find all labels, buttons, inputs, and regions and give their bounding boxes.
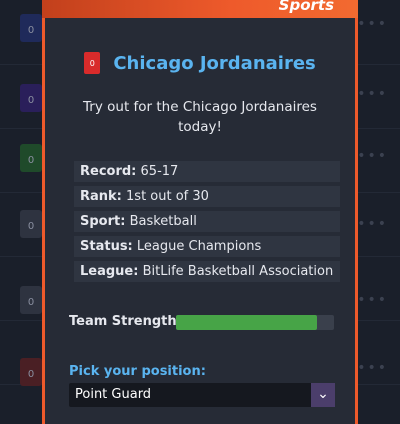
jersey-icon: 0 bbox=[20, 14, 42, 42]
info-value: Basketball bbox=[129, 214, 197, 229]
jersey-icon: 0 bbox=[20, 358, 42, 386]
chevron-down-icon[interactable]: ⌄ bbox=[311, 383, 335, 407]
ellipsis-icon: ••• bbox=[357, 216, 388, 232]
info-row-league: League: BitLife Basketball Association bbox=[74, 261, 340, 282]
info-key: Record: bbox=[80, 164, 137, 179]
info-row-status: Status: League Champions bbox=[74, 236, 340, 257]
team-tryout-modal: Sports 0 Chicago Jordanaires Try out for… bbox=[42, 0, 358, 424]
team-strength-bar bbox=[176, 315, 334, 330]
team-name: Chicago Jordanaires bbox=[113, 52, 316, 74]
ellipsis-icon: ••• bbox=[357, 360, 388, 376]
info-row-sport: Sport: Basketball bbox=[74, 211, 340, 232]
info-value: 65-17 bbox=[140, 164, 179, 179]
position-select-value: Point Guard bbox=[75, 387, 152, 402]
modal-header-title: Sports bbox=[278, 0, 334, 14]
team-title-row: 0 Chicago Jordanaires bbox=[45, 52, 355, 74]
info-value: BitLife Basketball Association bbox=[142, 264, 334, 279]
jersey-icon: 0 bbox=[20, 84, 42, 112]
info-row-record: Record: 65-17 bbox=[74, 161, 340, 182]
info-value: 1st out of 30 bbox=[126, 189, 209, 204]
modal-header: Sports bbox=[42, 0, 358, 18]
info-value: League Champions bbox=[136, 239, 262, 254]
team-strength-fill bbox=[176, 315, 317, 330]
info-row-rank: Rank: 1st out of 30 bbox=[74, 186, 340, 207]
team-strength-label: Team Strength bbox=[69, 314, 177, 329]
info-key: League: bbox=[80, 264, 139, 279]
jersey-icon: 0 bbox=[84, 52, 101, 74]
jersey-icon: 0 bbox=[20, 144, 42, 172]
tryout-description: Try out for the Chicago Jordanaires toda… bbox=[83, 99, 317, 135]
ellipsis-icon: ••• bbox=[357, 148, 388, 164]
info-key: Status: bbox=[80, 239, 133, 254]
position-select[interactable]: Point Guard ⌄ bbox=[69, 383, 335, 407]
ellipsis-icon: ••• bbox=[357, 292, 388, 308]
info-key: Sport: bbox=[80, 214, 126, 229]
jersey-icon: 0 bbox=[20, 210, 42, 238]
pick-position-label: Pick your position: bbox=[69, 364, 206, 379]
ellipsis-icon: ••• bbox=[357, 86, 388, 102]
info-key: Rank: bbox=[80, 189, 122, 204]
jersey-icon: 0 bbox=[20, 286, 42, 314]
ellipsis-icon: ••• bbox=[357, 16, 388, 32]
